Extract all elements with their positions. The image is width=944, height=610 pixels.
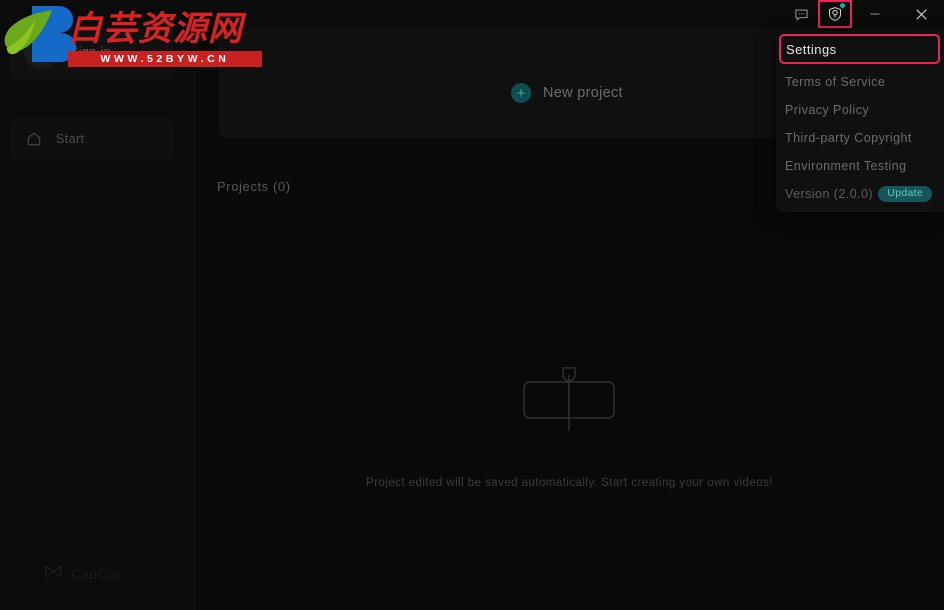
menu-item-settings[interactable]: Settings [779, 34, 940, 64]
menu-item-environment-testing[interactable]: Environment Testing [776, 152, 944, 180]
help-dropdown-menu: Settings Terms of Service Privacy Policy… [776, 31, 944, 212]
menu-item-privacy-policy-label: Privacy Policy [785, 103, 870, 117]
update-badge[interactable]: Update [878, 186, 932, 202]
titlebar [0, 0, 944, 28]
menu-item-settings-label: Settings [786, 41, 837, 57]
version-label: Version (2.0.0) [785, 187, 874, 201]
capcut-logo-icon [44, 564, 63, 584]
minimize-button[interactable] [852, 0, 898, 28]
menu-item-version[interactable]: Version (2.0.0) Update [776, 180, 944, 208]
menu-item-terms-of-service-label: Terms of Service [785, 75, 886, 89]
menu-item-terms-of-service[interactable]: Terms of Service [776, 68, 944, 96]
capcut-app-window: Sign in Start CapCut + New project Proje… [0, 0, 944, 610]
avatar-icon [24, 35, 58, 69]
close-icon [914, 7, 929, 22]
empty-project-icon [519, 358, 619, 441]
help-shield-icon [827, 6, 843, 22]
menu-item-third-party-copyright[interactable]: Third-party Copyright [776, 124, 944, 152]
capcut-brand-footer: CapCut [44, 564, 120, 584]
close-button[interactable] [898, 0, 944, 28]
sidebar-item-start-label: Start [56, 132, 85, 146]
chat-bubble-icon [794, 7, 809, 22]
empty-state: Project edited will be saved automatical… [195, 358, 944, 489]
empty-state-message: Project edited will be saved automatical… [366, 477, 773, 489]
sign-in-label: Sign in [70, 45, 112, 59]
capcut-brand-label: CapCut [71, 566, 120, 582]
sidebar: Sign in Start CapCut [0, 0, 195, 610]
menu-item-third-party-copyright-label: Third-party Copyright [785, 131, 912, 145]
home-icon [26, 131, 42, 147]
plus-circle-icon: + [511, 83, 531, 103]
sidebar-item-start[interactable]: Start [10, 118, 174, 160]
sign-in-button[interactable]: Sign in [10, 24, 174, 80]
projects-header: Projects (0) [217, 179, 291, 194]
feedback-button[interactable] [784, 0, 818, 28]
help-notification-dot [840, 3, 845, 8]
minimize-icon [868, 7, 882, 21]
new-project-button[interactable]: + New project [511, 83, 623, 103]
menu-item-environment-testing-label: Environment Testing [785, 159, 907, 173]
new-project-label: New project [543, 85, 623, 101]
help-button[interactable] [818, 0, 852, 28]
menu-item-privacy-policy[interactable]: Privacy Policy [776, 96, 944, 124]
